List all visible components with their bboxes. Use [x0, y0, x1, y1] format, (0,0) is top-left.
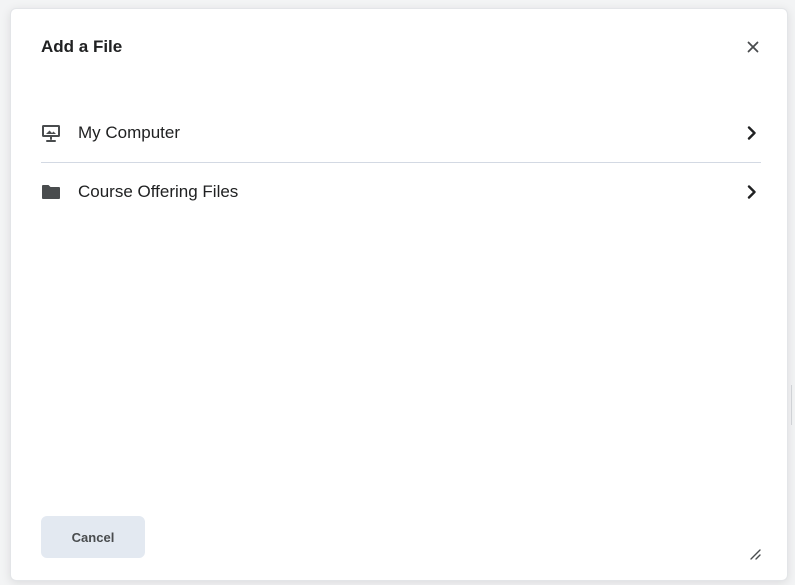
- source-my-computer[interactable]: My Computer: [41, 104, 761, 163]
- close-button[interactable]: [741, 35, 765, 59]
- source-label: My Computer: [78, 123, 181, 142]
- close-icon: [747, 41, 759, 53]
- chevron-right-icon: [745, 184, 759, 200]
- chevron-right-icon: [745, 125, 759, 141]
- computer-upload-icon: [41, 124, 61, 142]
- file-source-list: My Computer Course Offering Files: [41, 104, 761, 221]
- folder-icon: [41, 183, 61, 201]
- cancel-button[interactable]: Cancel: [41, 516, 145, 558]
- background-divider: [791, 385, 792, 425]
- source-label: Course Offering Files: [78, 182, 239, 201]
- resize-handle-icon[interactable]: [747, 546, 761, 560]
- dialog-title: Add a File: [41, 37, 123, 56]
- source-course-offering-files[interactable]: Course Offering Files: [41, 163, 761, 221]
- add-file-dialog: Add a File My Computer Course Offering F…: [10, 8, 788, 581]
